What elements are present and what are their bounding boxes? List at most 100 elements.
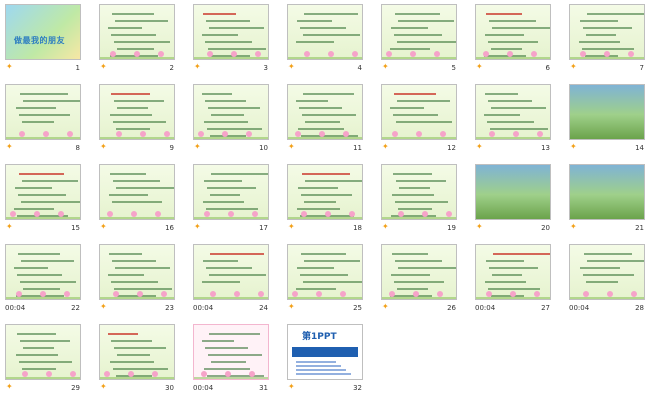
slide-border-decoration	[194, 297, 268, 299]
slide-number: 31	[259, 384, 268, 392]
slide-text-line	[203, 13, 236, 15]
slide-thumbnail-20[interactable]: ✦ 20	[470, 160, 554, 232]
slide-text-line	[485, 34, 524, 36]
slide-text-line	[117, 354, 150, 356]
slide-thumbnail-30[interactable]: ✦ 30	[94, 320, 178, 392]
slide-text-line	[19, 114, 70, 116]
slide-thumbnail-24[interactable]: 00:04 24	[188, 240, 272, 312]
transition-star-icon: ✦	[288, 222, 295, 231]
slide-thumbnail-29[interactable]: ✦ 29	[0, 320, 84, 392]
slide-text-line	[16, 107, 56, 109]
slide-thumbnail-16[interactable]: ✦ 16	[94, 160, 178, 232]
slide-preview	[193, 84, 269, 140]
flower-decoration	[164, 131, 170, 137]
slide-thumbnail-17[interactable]: ✦ 17	[188, 160, 272, 232]
slide-preview	[193, 324, 269, 380]
slide-text-line	[583, 274, 634, 276]
slide-thumbnail-5[interactable]: ✦ 5	[376, 0, 460, 72]
flower-decoration	[292, 291, 298, 297]
flower-decoration	[319, 131, 325, 137]
ppt-logo: 第1PPT	[302, 332, 337, 342]
transition-star-icon: ✦	[100, 62, 107, 71]
slide-thumbnail-4[interactable]: ✦ 4	[282, 0, 366, 72]
flower-decoration	[110, 51, 116, 57]
ppt-banner	[292, 347, 358, 357]
slide-thumbnail-3[interactable]: ✦ 3	[188, 0, 272, 72]
slide-thumbnail-7[interactable]: ✦ 7	[564, 0, 648, 72]
flower-decoration	[437, 291, 443, 297]
slide-text-line	[391, 274, 430, 276]
slide-thumbnail-32[interactable]: 第1PPT ✦ 32	[282, 320, 366, 392]
slide-thumbnail-1[interactable]: 做最我的朋友 ✦ 1	[0, 0, 84, 72]
slide-thumbnail-9[interactable]: ✦ 9	[94, 80, 178, 152]
slide-text-line	[202, 281, 240, 283]
slide-number: 11	[353, 144, 362, 152]
slide-thumbnail-6[interactable]: ✦ 6	[470, 0, 554, 72]
slide-thumbnail-10[interactable]: ✦ 10	[188, 80, 272, 152]
flower-decoration	[398, 211, 404, 217]
flower-decoration	[225, 371, 231, 377]
flower-decoration	[70, 371, 76, 377]
slide-text-line	[580, 20, 618, 22]
slide-thumbnail-2[interactable]: ✦ 2	[94, 0, 178, 72]
slide-number: 13	[541, 144, 550, 152]
slide-preview	[381, 4, 457, 60]
slide-text-line	[299, 107, 342, 109]
slide-thumbnail-18[interactable]: ✦ 18	[282, 160, 366, 232]
slide-text-line	[391, 27, 428, 29]
slide-text-line	[491, 48, 522, 50]
flower-decoration	[583, 291, 589, 297]
slide-text-line	[211, 173, 268, 175]
flower-decoration	[325, 211, 331, 217]
slide-thumbnail-12[interactable]: ✦ 12	[376, 80, 460, 152]
slide-preview	[5, 324, 81, 380]
flower-decoration	[249, 371, 255, 377]
transition-star-icon: ✦	[570, 222, 577, 231]
slide-text-line	[18, 253, 60, 255]
flower-decoration	[134, 51, 140, 57]
slide-text-line	[297, 267, 334, 269]
slide-thumbnail-23[interactable]: ✦ 23	[94, 240, 178, 312]
slide-text-line	[392, 194, 434, 196]
slide-thumbnail-8[interactable]: ✦ 8	[0, 80, 84, 152]
slide-number: 23	[165, 304, 174, 312]
flower-decoration	[340, 291, 346, 297]
transition-star-icon: ✦	[100, 142, 107, 151]
slide-thumbnail-14[interactable]: ✦ 14	[564, 80, 648, 152]
slide-thumbnail-27[interactable]: 00:04 27	[470, 240, 554, 312]
slide-preview	[569, 84, 645, 140]
slide-text-line	[23, 100, 80, 102]
slide-preview	[475, 164, 551, 220]
slide-text-line	[206, 208, 258, 210]
slide-text-line	[206, 267, 252, 269]
slide-text-line	[21, 201, 80, 203]
slide-thumbnail-21[interactable]: ✦ 21	[564, 160, 648, 232]
slide-text-line	[485, 281, 526, 283]
slide-text-line	[301, 194, 352, 196]
slide-thumbnail-11[interactable]: ✦ 11	[282, 80, 366, 152]
slide-thumbnail-19[interactable]: ✦ 19	[376, 160, 460, 232]
slide-thumbnail-13[interactable]: ✦ 13	[470, 80, 554, 152]
slide-thumbnail-15[interactable]: ✦ 15	[0, 160, 84, 232]
slide-text-line	[203, 201, 244, 203]
slide-thumbnail-22[interactable]: 00:04 22	[0, 240, 84, 312]
slide-thumbnail-26[interactable]: ✦ 26	[376, 240, 460, 312]
slide-thumbnail-28[interactable]: 00:04 28	[564, 240, 648, 312]
slide-text-line	[114, 288, 172, 290]
flower-decoration	[113, 291, 119, 297]
slide-text-line	[488, 288, 540, 290]
slide-number: 4	[357, 64, 362, 72]
slide-text-line	[111, 93, 150, 95]
slide-timer: 00:04	[5, 304, 26, 312]
slide-thumbnail-25[interactable]: ✦ 25	[282, 240, 366, 312]
flower-decoration	[46, 371, 52, 377]
slide-text-line	[297, 20, 332, 22]
flower-decoration	[446, 211, 452, 217]
slide-text-line	[488, 100, 532, 102]
flower-decoration	[489, 131, 495, 137]
slide-number: 7	[639, 64, 644, 72]
slide-thumbnail-31[interactable]: 00:04 31	[188, 320, 272, 392]
slide-text-line	[21, 260, 74, 262]
slide-text-line	[580, 267, 620, 269]
flower-decoration	[246, 131, 252, 137]
